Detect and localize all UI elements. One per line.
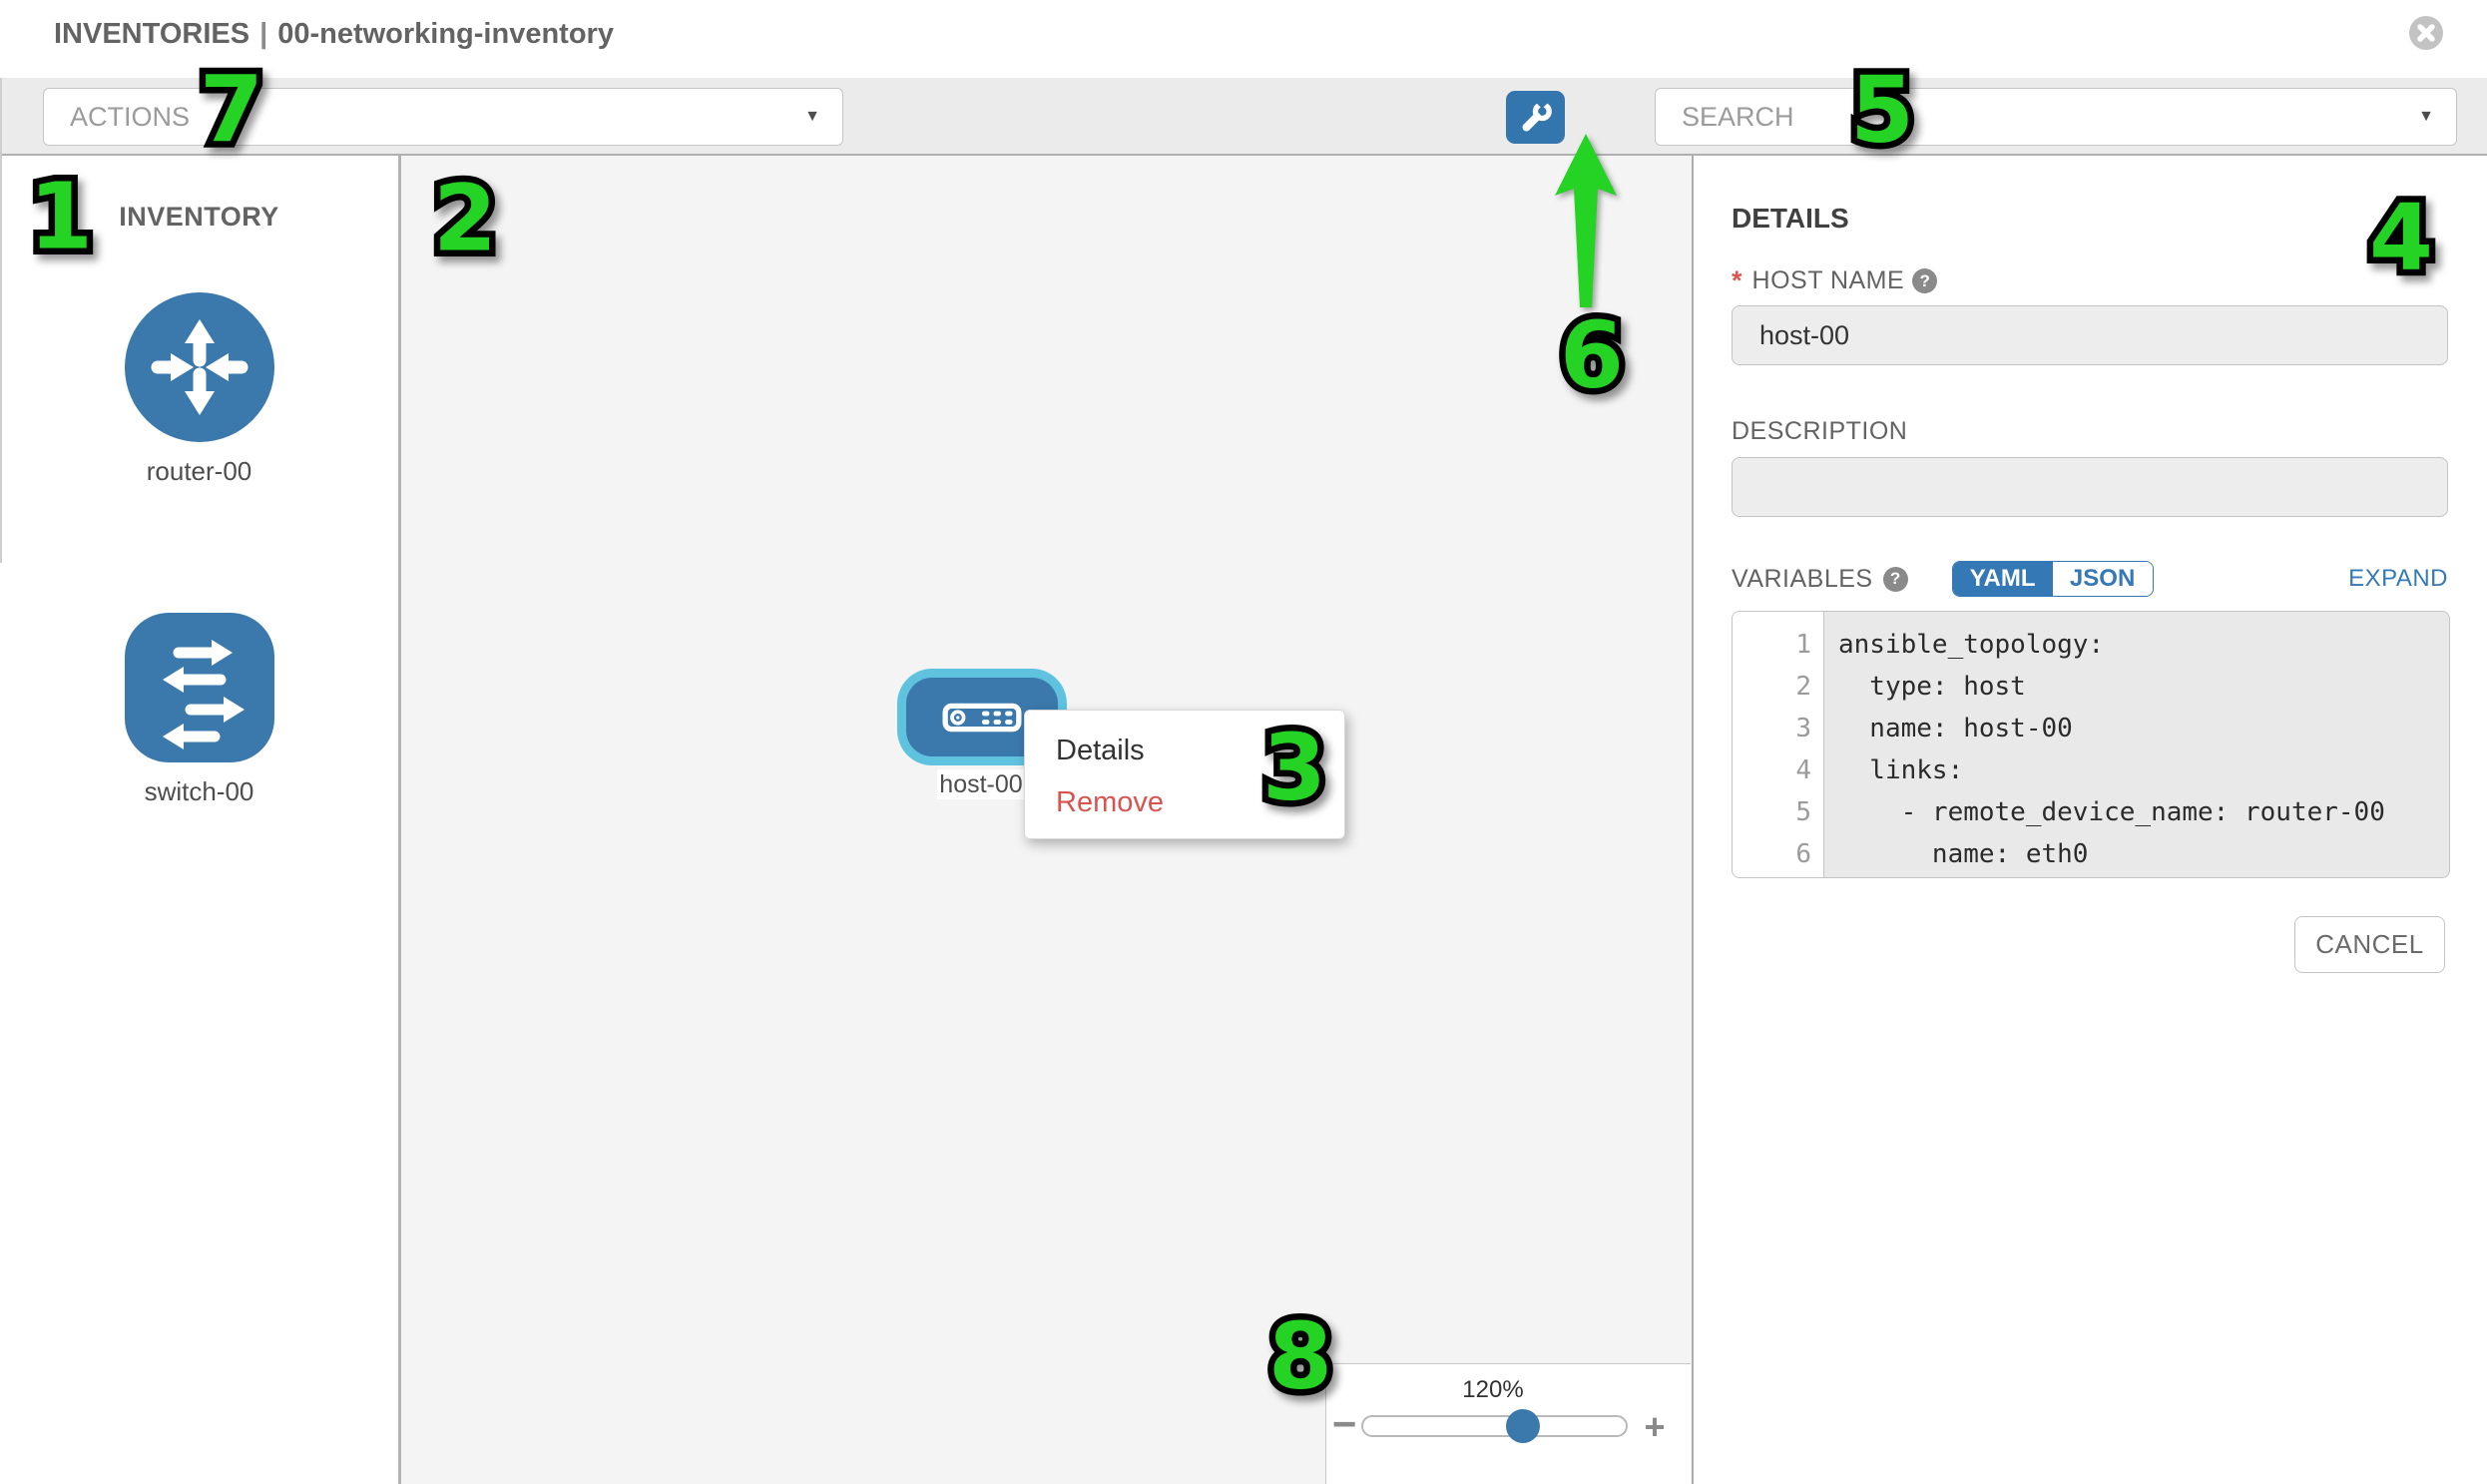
cancel-button[interactable]: CANCEL (2294, 916, 2445, 973)
zoom-slider-thumb[interactable] (1506, 1409, 1540, 1443)
breadcrumb: INVENTORIES | 00-networking-inventory (54, 18, 614, 51)
editor-line-numbers: 1 2 3 4 5 6 7 (1733, 612, 1824, 877)
breadcrumb-name: 00-networking-inventory (277, 18, 614, 50)
router-icon (125, 292, 274, 442)
expand-link[interactable]: EXPAND (2348, 565, 2448, 593)
variables-editor[interactable]: 1 2 3 4 5 6 7 ansible_topology: type: ho… (1732, 611, 2450, 878)
inventory-sidebar: INVENTORY (0, 156, 401, 1484)
host-server-icon (942, 703, 1022, 733)
search-dropdown-label: SEARCH (1682, 102, 1794, 133)
host-name-input[interactable] (1732, 305, 2448, 365)
chevron-down-icon: ▼ (804, 108, 820, 126)
details-panel-title: DETAILS (1732, 203, 1849, 235)
sidebar-title: INVENTORY (0, 202, 398, 233)
code-line: type: host (1824, 666, 2449, 708)
variables-label: VARIABLES (1732, 565, 1873, 594)
context-menu-item-details[interactable]: Details (1056, 725, 1344, 776)
tab-json[interactable]: JSON (2053, 562, 2153, 596)
code-line: - remote_device_name: router-00 (1824, 791, 2449, 833)
switch-icon (125, 613, 274, 762)
code-line: ansible_topology: (1824, 624, 2449, 666)
editor-code: ansible_topology: type: host name: host-… (1824, 612, 2449, 877)
zoom-out-button[interactable]: − (1329, 1400, 1359, 1448)
inventory-topology-app: INVENTORIES | 00-networking-inventory ACTI… (0, 0, 2487, 1484)
wrench-icon (1518, 100, 1554, 136)
variables-row: VARIABLES ? YAML JSON EXPAND (1732, 561, 2448, 597)
description-input[interactable] (1732, 457, 2448, 517)
description-label-row: DESCRIPTION (1732, 417, 1907, 446)
code-line: remote_interface_name: eth0 (1824, 875, 2449, 878)
zoom-level: 120% (1326, 1376, 1660, 1404)
actions-dropdown[interactable]: ACTIONS ▼ (43, 88, 843, 146)
topology-canvas[interactable]: host-00 Details Remove 120% − + (401, 156, 1694, 1484)
tab-yaml[interactable]: YAML (1953, 562, 2053, 596)
host-name-label-row: * HOST NAME ? (1732, 265, 1937, 296)
breadcrumb-section: INVENTORIES (54, 18, 249, 50)
details-panel: DETAILS * HOST NAME ? DESCRIPTION VARIAB… (1694, 156, 2485, 1484)
sidebar-item-label: switch-00 (145, 776, 254, 807)
code-line: name: host-00 (1824, 708, 2449, 749)
sidebar-item-label: router-00 (147, 456, 252, 487)
context-menu: Details Remove (1024, 710, 1345, 839)
zoom-control: 120% − + (1325, 1363, 1691, 1484)
context-menu-item-remove[interactable]: Remove (1056, 776, 1344, 828)
required-asterisk: * (1732, 265, 1742, 296)
tools-button[interactable] (1506, 91, 1565, 144)
toolbar: ACTIONS ▼ SEARCH ▼ (0, 78, 2487, 156)
window-left-border (0, 78, 2, 563)
breadcrumb-separator: | (259, 18, 267, 50)
help-icon[interactable]: ? (1883, 567, 1908, 592)
close-icon (2409, 16, 2443, 50)
close-button[interactable] (2409, 16, 2443, 50)
chevron-down-icon: ▼ (2418, 108, 2434, 126)
variables-format-toggle: YAML JSON (1952, 561, 2154, 597)
zoom-in-button[interactable]: + (1640, 1406, 1670, 1448)
sidebar-item-switch[interactable]: switch-00 (0, 613, 398, 807)
page-header: INVENTORIES | 00-networking-inventory (0, 0, 2487, 78)
code-line: links: (1824, 749, 2449, 791)
sidebar-item-router[interactable]: router-00 (0, 292, 398, 487)
actions-dropdown-label: ACTIONS (70, 102, 190, 133)
zoom-slider-track[interactable] (1361, 1415, 1628, 1437)
help-icon[interactable]: ? (1912, 268, 1937, 293)
host-name-label: HOST NAME (1752, 266, 1905, 295)
description-label: DESCRIPTION (1732, 417, 1907, 446)
search-dropdown[interactable]: SEARCH ▼ (1655, 88, 2457, 146)
code-line: name: eth0 (1824, 833, 2449, 875)
host-node-label: host-00 (937, 769, 1025, 799)
content-area: INVENTORY (0, 156, 2487, 1484)
